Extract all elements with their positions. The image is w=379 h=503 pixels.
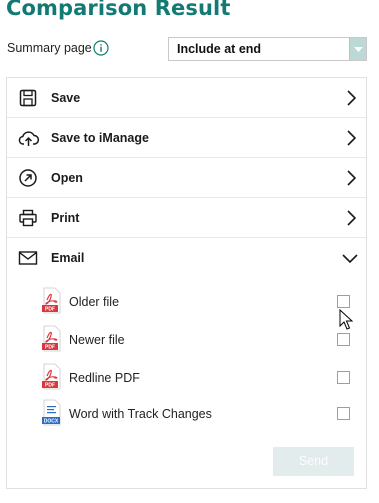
printer-icon [18,208,38,228]
mouse-cursor-icon [339,308,354,331]
svg-text:PDF: PDF [45,307,55,313]
docx-file-icon: DOCX [41,399,63,426]
chevron-right-icon [344,170,358,186]
cloud-upload-icon [18,128,40,148]
summary-page-select[interactable]: Include at end [168,37,367,61]
menu-item-open[interactable]: Open [7,158,366,198]
menu-item-print[interactable]: Print [7,198,366,238]
summary-page-select-value: Include at end [177,42,262,56]
open-arrow-icon [18,168,38,188]
email-file-older: PDF Older file [7,287,366,323]
svg-text:PDF: PDF [45,345,55,351]
chevron-right-icon [344,90,358,106]
email-file-label: Redline PDF [69,371,140,385]
svg-text:DOCX: DOCX [44,419,59,425]
email-file-checkbox[interactable] [337,407,350,420]
email-file-checkbox[interactable] [337,371,350,384]
info-icon[interactable] [93,40,109,56]
menu-item-label: Save [51,91,81,105]
email-file-label: Newer file [69,333,125,347]
dropdown-arrow-button[interactable] [349,38,366,60]
svg-text:PDF: PDF [45,383,55,389]
menu-item-save[interactable]: Save [7,78,366,118]
pdf-file-icon: PDF [41,287,63,314]
email-file-checkbox[interactable] [337,333,350,346]
pdf-file-icon: PDF [41,363,63,390]
pdf-file-icon: PDF [41,325,63,352]
actions-panel: Save Save to iManage Open Print Email PD… [6,77,367,489]
menu-item-label: Print [51,211,80,225]
summary-page-row: Summary page Include at end [7,37,367,61]
email-file-label: Word with Track Changes [69,407,212,421]
menu-item-label: Email [51,251,85,265]
send-button[interactable]: Send [273,447,354,476]
chevron-down-icon [342,250,358,266]
email-file-newer: PDF Newer file [7,325,366,361]
email-file-redline: PDF Redline PDF [7,363,366,399]
menu-item-label: Open [51,171,83,185]
menu-item-label: Save to iManage [51,131,149,145]
menu-item-email[interactable]: Email [7,238,366,278]
email-file-checkbox[interactable] [337,295,350,308]
menu-item-save-to-imanage[interactable]: Save to iManage [7,118,366,158]
page-title: Comparison Result [6,0,231,20]
send-button-label: Send [298,454,329,468]
email-file-word: DOCX Word with Track Changes [7,399,366,435]
chevron-right-icon [344,130,358,146]
save-icon [18,88,38,108]
chevron-down-icon [354,47,363,52]
mail-icon [18,248,38,268]
email-file-label: Older file [69,295,120,309]
chevron-right-icon [344,210,358,226]
summary-page-label: Summary page [7,41,92,55]
